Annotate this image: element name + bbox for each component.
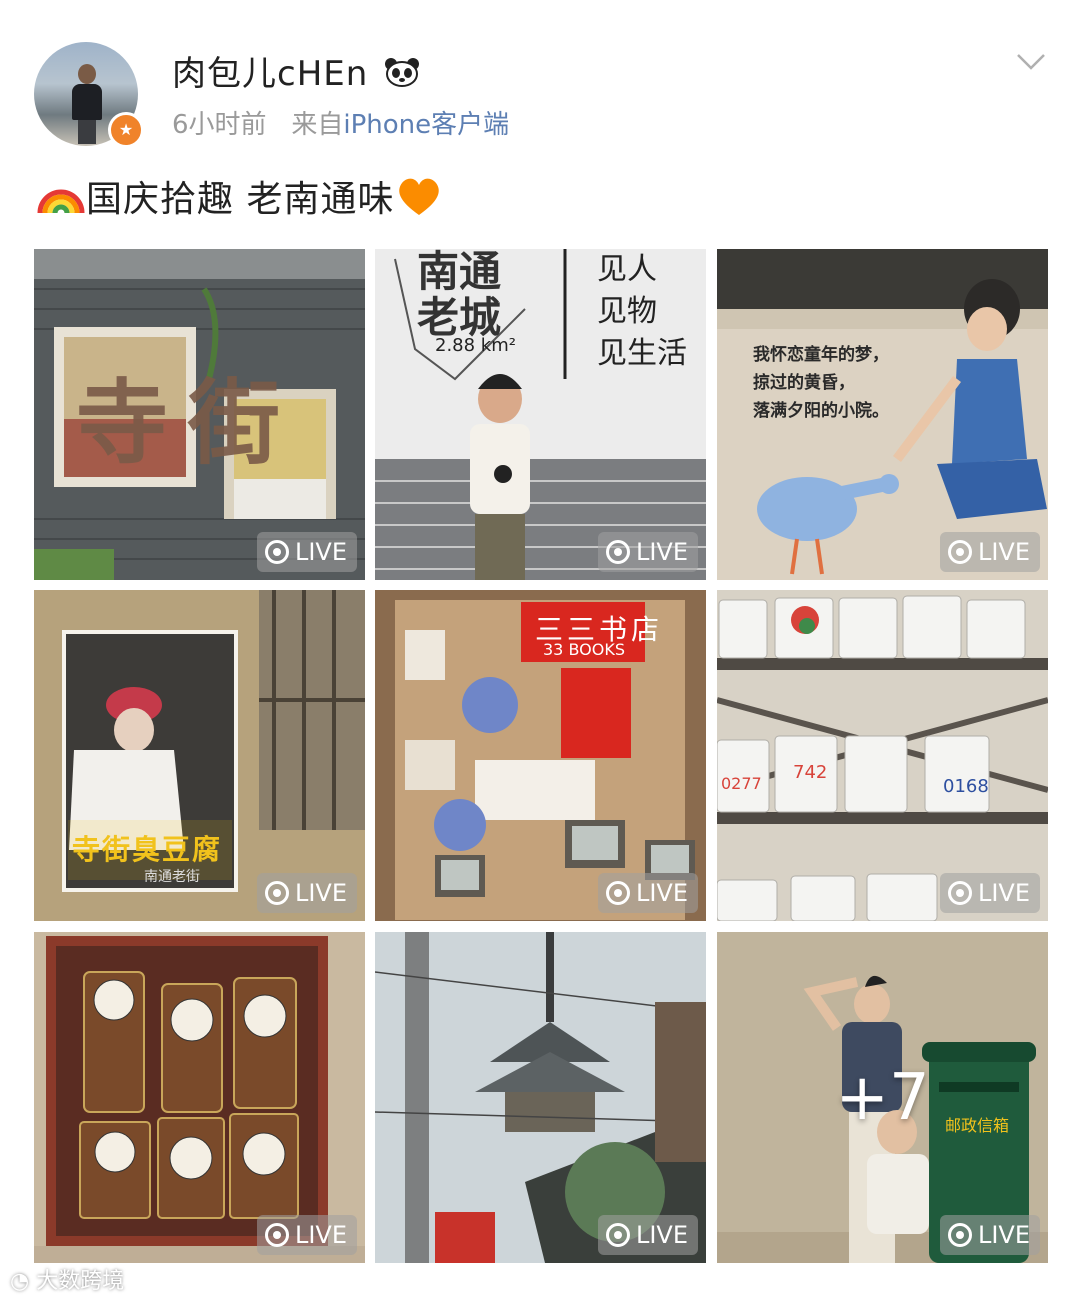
live-badge: LIVE	[597, 1215, 698, 1255]
live-label: LIVE	[977, 879, 1030, 907]
photo-7-image	[34, 932, 365, 1263]
tile-6-mug-number: 742	[793, 762, 828, 783]
photo-8[interactable]: LIVE	[375, 932, 706, 1263]
live-label: LIVE	[294, 1221, 347, 1249]
post-text-content: 国庆拾趣 老南通味	[86, 179, 395, 220]
live-badge: LIVE	[939, 873, 1040, 913]
photo-5[interactable]: 三三书店 33 BOOKS LIVE	[375, 590, 706, 921]
post-time: 6小时前	[172, 110, 267, 140]
source-prefix: 来自	[291, 110, 344, 140]
photo-3[interactable]: 我怀恋童年的梦， 掠过的黄昏， 落满夕阳的小院。 LIVE	[717, 249, 1048, 580]
slogan-line: 见人	[597, 252, 657, 287]
live-label: LIVE	[294, 538, 347, 566]
live-badge: LIVE	[939, 1215, 1040, 1255]
avatar-person	[72, 64, 102, 144]
tile-2-area: 2.88 km²	[435, 335, 516, 356]
live-icon	[947, 540, 972, 564]
live-badge: LIVE	[939, 532, 1040, 572]
username[interactable]: 肉包儿cHEn	[172, 46, 420, 95]
tile-6-mug-number: 0277	[721, 774, 762, 793]
live-icon	[947, 1223, 972, 1247]
live-label: LIVE	[977, 1221, 1030, 1249]
mural-line: 我怀恋童年的梦，	[753, 345, 889, 365]
live-icon	[264, 1223, 289, 1247]
tile-6-mug-number: 0168	[943, 776, 989, 797]
post-meta: 6小时前 来自iPhone客户端	[172, 104, 509, 141]
photo-8-image	[375, 932, 706, 1263]
tile-2-caption: 南通老城	[417, 249, 502, 342]
live-icon	[605, 1223, 630, 1247]
watermark-text: 大数跨境	[36, 1269, 125, 1294]
tile-4-poster-sub: 南通老街	[144, 869, 200, 885]
photo-4[interactable]: 寺街臭豆腐 南通老街 LIVE	[34, 590, 365, 921]
post-text: 国庆拾趣 老南通味	[36, 170, 444, 222]
slogan-line: 见生活	[597, 336, 687, 371]
live-label: LIVE	[294, 879, 347, 907]
mural-line: 掠过的黄昏，	[753, 373, 855, 393]
orange-heart-icon	[399, 178, 440, 215]
panda-icon	[385, 58, 420, 87]
live-icon	[947, 881, 972, 905]
verified-badge-icon: ★	[108, 112, 144, 148]
photo-7[interactable]: LIVE	[34, 932, 365, 1263]
photo-6[interactable]: 742 0277 0168 LIVE	[717, 590, 1048, 921]
photo-9[interactable]: 邮政信箱 +7 LIVE	[717, 932, 1048, 1263]
tile-2-slogan: 见人 见物 见生活	[597, 249, 687, 375]
tile-3-mural-text: 我怀恋童年的梦， 掠过的黄昏， 落满夕阳的小院。	[753, 341, 889, 425]
post-source-link[interactable]: iPhone客户端	[343, 110, 509, 140]
tile-1-caption: 寺街	[76, 370, 301, 477]
tile-5-sign-en: 33 BOOKS	[543, 640, 625, 659]
tile-4-poster-title: 寺街臭豆腐	[72, 833, 223, 866]
photo-grid: 寺街 LIVE 南通老城 2.88 km² 见人 见物 见生活 LIVE 我怀恋…	[34, 249, 1048, 1263]
live-label: LIVE	[635, 879, 688, 907]
weibo-logo-icon: ◔	[10, 1269, 30, 1294]
more-photos-count[interactable]: +7	[717, 932, 1048, 1263]
live-label: LIVE	[635, 538, 688, 566]
rainbow-icon	[37, 189, 85, 214]
chevron-down-icon[interactable]	[1016, 52, 1046, 72]
live-icon	[264, 540, 289, 564]
live-icon	[264, 881, 289, 905]
live-badge: LIVE	[256, 1215, 357, 1255]
photo-6-image	[717, 590, 1048, 921]
photo-2[interactable]: 南通老城 2.88 km² 见人 见物 见生活 LIVE	[375, 249, 706, 580]
live-label: LIVE	[977, 538, 1030, 566]
live-badge: LIVE	[597, 532, 698, 572]
live-icon	[605, 540, 630, 564]
username-text[interactable]: 肉包儿cHEn	[172, 54, 368, 94]
mural-line: 落满夕阳的小院。	[753, 401, 889, 421]
slogan-line: 见物	[597, 294, 657, 329]
live-label: LIVE	[635, 1221, 688, 1249]
live-badge: LIVE	[597, 873, 698, 913]
live-badge: LIVE	[256, 532, 357, 572]
live-icon	[605, 881, 630, 905]
watermark: ◔ 大数跨境	[10, 1263, 124, 1295]
photo-1[interactable]: 寺街 LIVE	[34, 249, 365, 580]
live-badge: LIVE	[256, 873, 357, 913]
